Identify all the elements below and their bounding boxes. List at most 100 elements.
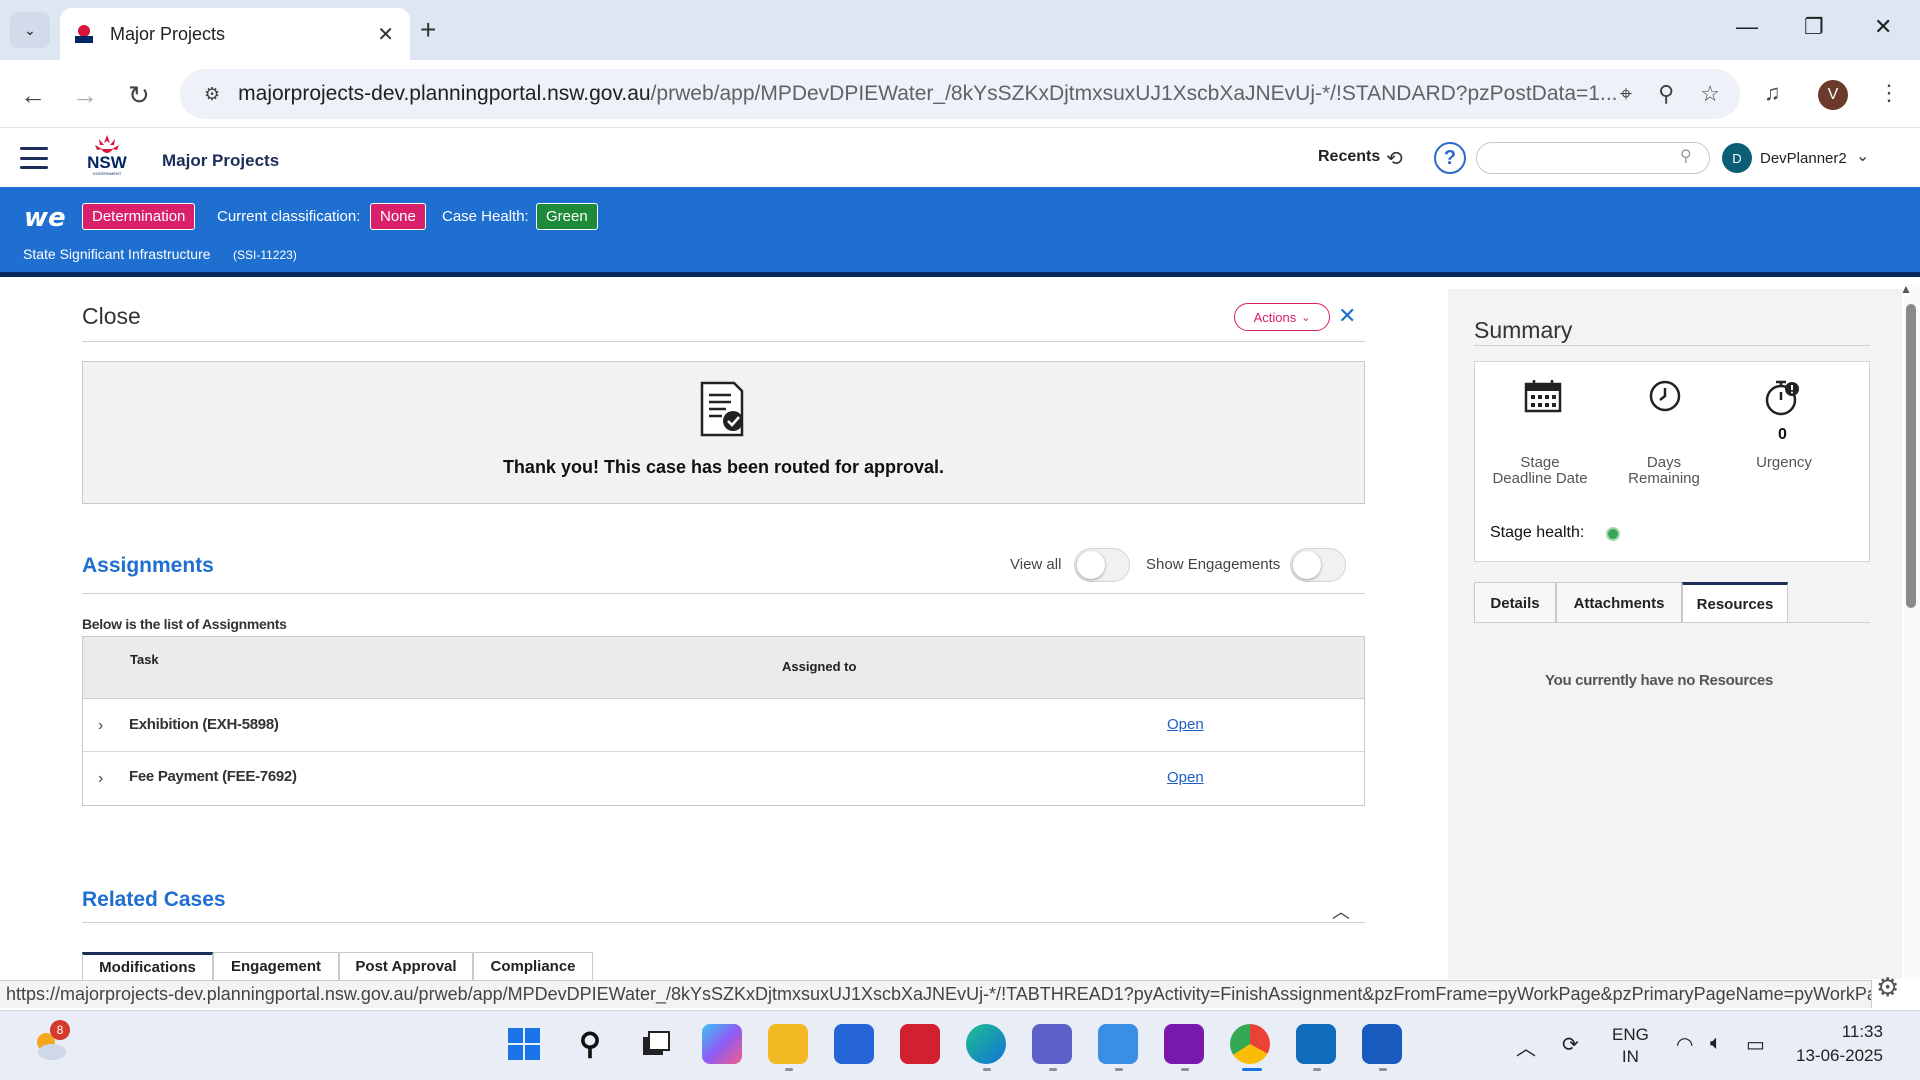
chevron-up-icon[interactable]: ︿	[1332, 898, 1350, 924]
new-tab-button[interactable]: +	[420, 14, 436, 46]
settings-gear-icon[interactable]: ⚙	[1876, 972, 1916, 1012]
urgency-label: Urgency	[1756, 454, 1812, 471]
onenote-icon[interactable]	[1164, 1024, 1204, 1064]
search-icon[interactable]: ⚲	[570, 1024, 610, 1064]
divider	[82, 922, 1365, 923]
tab-details[interactable]: Details	[1474, 582, 1556, 623]
open-link[interactable]: Open	[1167, 769, 1204, 786]
running-indicator	[1313, 1068, 1321, 1071]
case-id: (SSI-11223)	[233, 248, 297, 262]
recents-link[interactable]: Recents	[1318, 148, 1380, 166]
tab-engagement[interactable]: Engagement	[213, 952, 339, 980]
microsoft-store-icon[interactable]	[834, 1024, 874, 1064]
actions-button[interactable]: Actions ⌄	[1234, 303, 1330, 331]
windows-start-icon[interactable]	[504, 1024, 544, 1064]
search-input[interactable]	[1476, 142, 1710, 174]
close-icon[interactable]: ✕	[1338, 303, 1356, 329]
address-bar[interactable]: ⚙ majorprojects-dev.planningportal.nsw.g…	[180, 69, 1740, 119]
expand-row-icon[interactable]: ›	[98, 717, 103, 735]
forward-button[interactable]: →	[72, 80, 98, 111]
security-icon[interactable]	[900, 1024, 940, 1064]
word-icon[interactable]	[1362, 1024, 1402, 1064]
reload-button[interactable]: ↻	[128, 80, 150, 111]
back-button[interactable]: ←	[20, 80, 46, 111]
teams-icon[interactable]	[1032, 1024, 1072, 1064]
minimize-button[interactable]: —	[1736, 14, 1758, 40]
case-type: State Significant Infrastructure	[23, 246, 211, 262]
app-title[interactable]: Major Projects	[162, 151, 279, 171]
chevron-down-icon[interactable]: ⌄	[1856, 146, 1869, 166]
sync-icon[interactable]: ⟳	[1562, 1032, 1579, 1057]
expand-row-icon[interactable]: ›	[98, 770, 103, 788]
hamburger-menu-icon[interactable]	[20, 147, 48, 169]
help-icon[interactable]: ?	[1434, 142, 1466, 174]
wifi-icon[interactable]: ◠	[1676, 1032, 1693, 1057]
view-all-toggle[interactable]	[1074, 548, 1130, 582]
assignments-subtitle: Below is the list of Assignments	[82, 616, 287, 632]
user-name[interactable]: DevPlanner2	[1760, 150, 1847, 167]
open-link[interactable]: Open	[1167, 716, 1204, 733]
confirmation-message: Thank you! This case has been routed for…	[502, 457, 945, 477]
divider	[82, 593, 1365, 594]
running-indicator	[1379, 1068, 1387, 1071]
tab-modifications[interactable]: Modifications	[82, 952, 213, 980]
classification-badge: None	[370, 203, 426, 230]
urgency-value: 0	[1778, 426, 1787, 443]
user-avatar[interactable]: D	[1722, 143, 1752, 173]
view-all-label: View all	[1010, 556, 1062, 573]
tab-search-button[interactable]: ⌄	[10, 12, 50, 48]
days-remaining-label: Days Remaining	[1628, 454, 1700, 487]
divider	[82, 341, 1365, 342]
edge-icon[interactable]	[966, 1024, 1006, 1064]
tab-close-icon[interactable]: ✕	[377, 22, 394, 47]
banner-divider	[0, 272, 1920, 277]
restore-button[interactable]: ❐	[1804, 14, 1824, 40]
assignments-heading: Assignments	[82, 554, 214, 577]
history-icon[interactable]: ⟲	[1386, 146, 1403, 171]
running-indicator	[1049, 1068, 1057, 1071]
empty-resources-message: You currently have no Resources	[1545, 672, 1773, 689]
browser-tab-major-projects[interactable]: Major Projects ✕	[60, 8, 410, 60]
tab-attachments[interactable]: Attachments	[1556, 582, 1682, 623]
location-blocked-icon[interactable]: ⌖	[1620, 81, 1632, 107]
outlook-icon[interactable]	[1296, 1024, 1336, 1064]
stage-badge: Determination	[82, 203, 196, 230]
show-engagements-toggle[interactable]	[1290, 548, 1346, 582]
column-header-assigned-to[interactable]: Assigned to	[782, 659, 856, 674]
clock-icon	[1649, 380, 1681, 412]
bookmark-star-icon[interactable]: ☆	[1700, 81, 1720, 107]
running-indicator	[1115, 1068, 1123, 1071]
notepad-icon[interactable]	[1098, 1024, 1138, 1064]
battery-icon[interactable]: ▭	[1746, 1032, 1765, 1057]
site-info-icon[interactable]: ⚙	[204, 84, 220, 105]
tab-post-approval[interactable]: Post Approval	[339, 952, 473, 980]
show-engagements-label: Show Engagements	[1146, 556, 1281, 573]
m365-icon[interactable]	[702, 1024, 742, 1064]
scrollbar-thumb[interactable]	[1906, 304, 1916, 608]
file-explorer-icon[interactable]	[768, 1024, 808, 1064]
classification-label: Current classification:	[217, 208, 361, 225]
column-header-task[interactable]: Task	[130, 652, 159, 667]
active-indicator	[1242, 1068, 1262, 1071]
media-control-icon[interactable]: ♫	[1764, 80, 1781, 106]
volume-icon[interactable]: 🔈︎	[1710, 1032, 1722, 1055]
language-indicator[interactable]: ENG IN	[1612, 1024, 1649, 1068]
summary-heading: Summary	[1474, 317, 1573, 343]
task-view-icon[interactable]	[636, 1024, 676, 1064]
stopwatch-alert-icon	[1765, 380, 1799, 416]
stage-deadline-label: Stage Deadline Date	[1492, 454, 1588, 487]
window-close-button[interactable]: ✕	[1874, 14, 1892, 40]
browser-menu-icon[interactable]: ⋮	[1878, 80, 1900, 106]
scroll-up-icon[interactable]: ▲	[1900, 282, 1912, 296]
search-icon[interactable]: ⚲	[1680, 146, 1692, 166]
table-row-task: Fee Payment (FEE-7692)	[129, 768, 297, 785]
tab-compliance[interactable]: Compliance	[473, 952, 593, 980]
tab-resources[interactable]: Resources	[1682, 582, 1788, 623]
tab-title: Major Projects	[110, 23, 226, 44]
zoom-icon[interactable]: ⚲	[1658, 81, 1674, 107]
chevron-up-icon[interactable]: ︿	[1516, 1032, 1536, 1061]
browser-profile-avatar[interactable]: V	[1818, 80, 1848, 110]
clock[interactable]: 11:33 13-06-2025	[1796, 1020, 1883, 1068]
chrome-icon[interactable]	[1230, 1024, 1270, 1064]
case-health-badge: Green	[536, 203, 598, 230]
